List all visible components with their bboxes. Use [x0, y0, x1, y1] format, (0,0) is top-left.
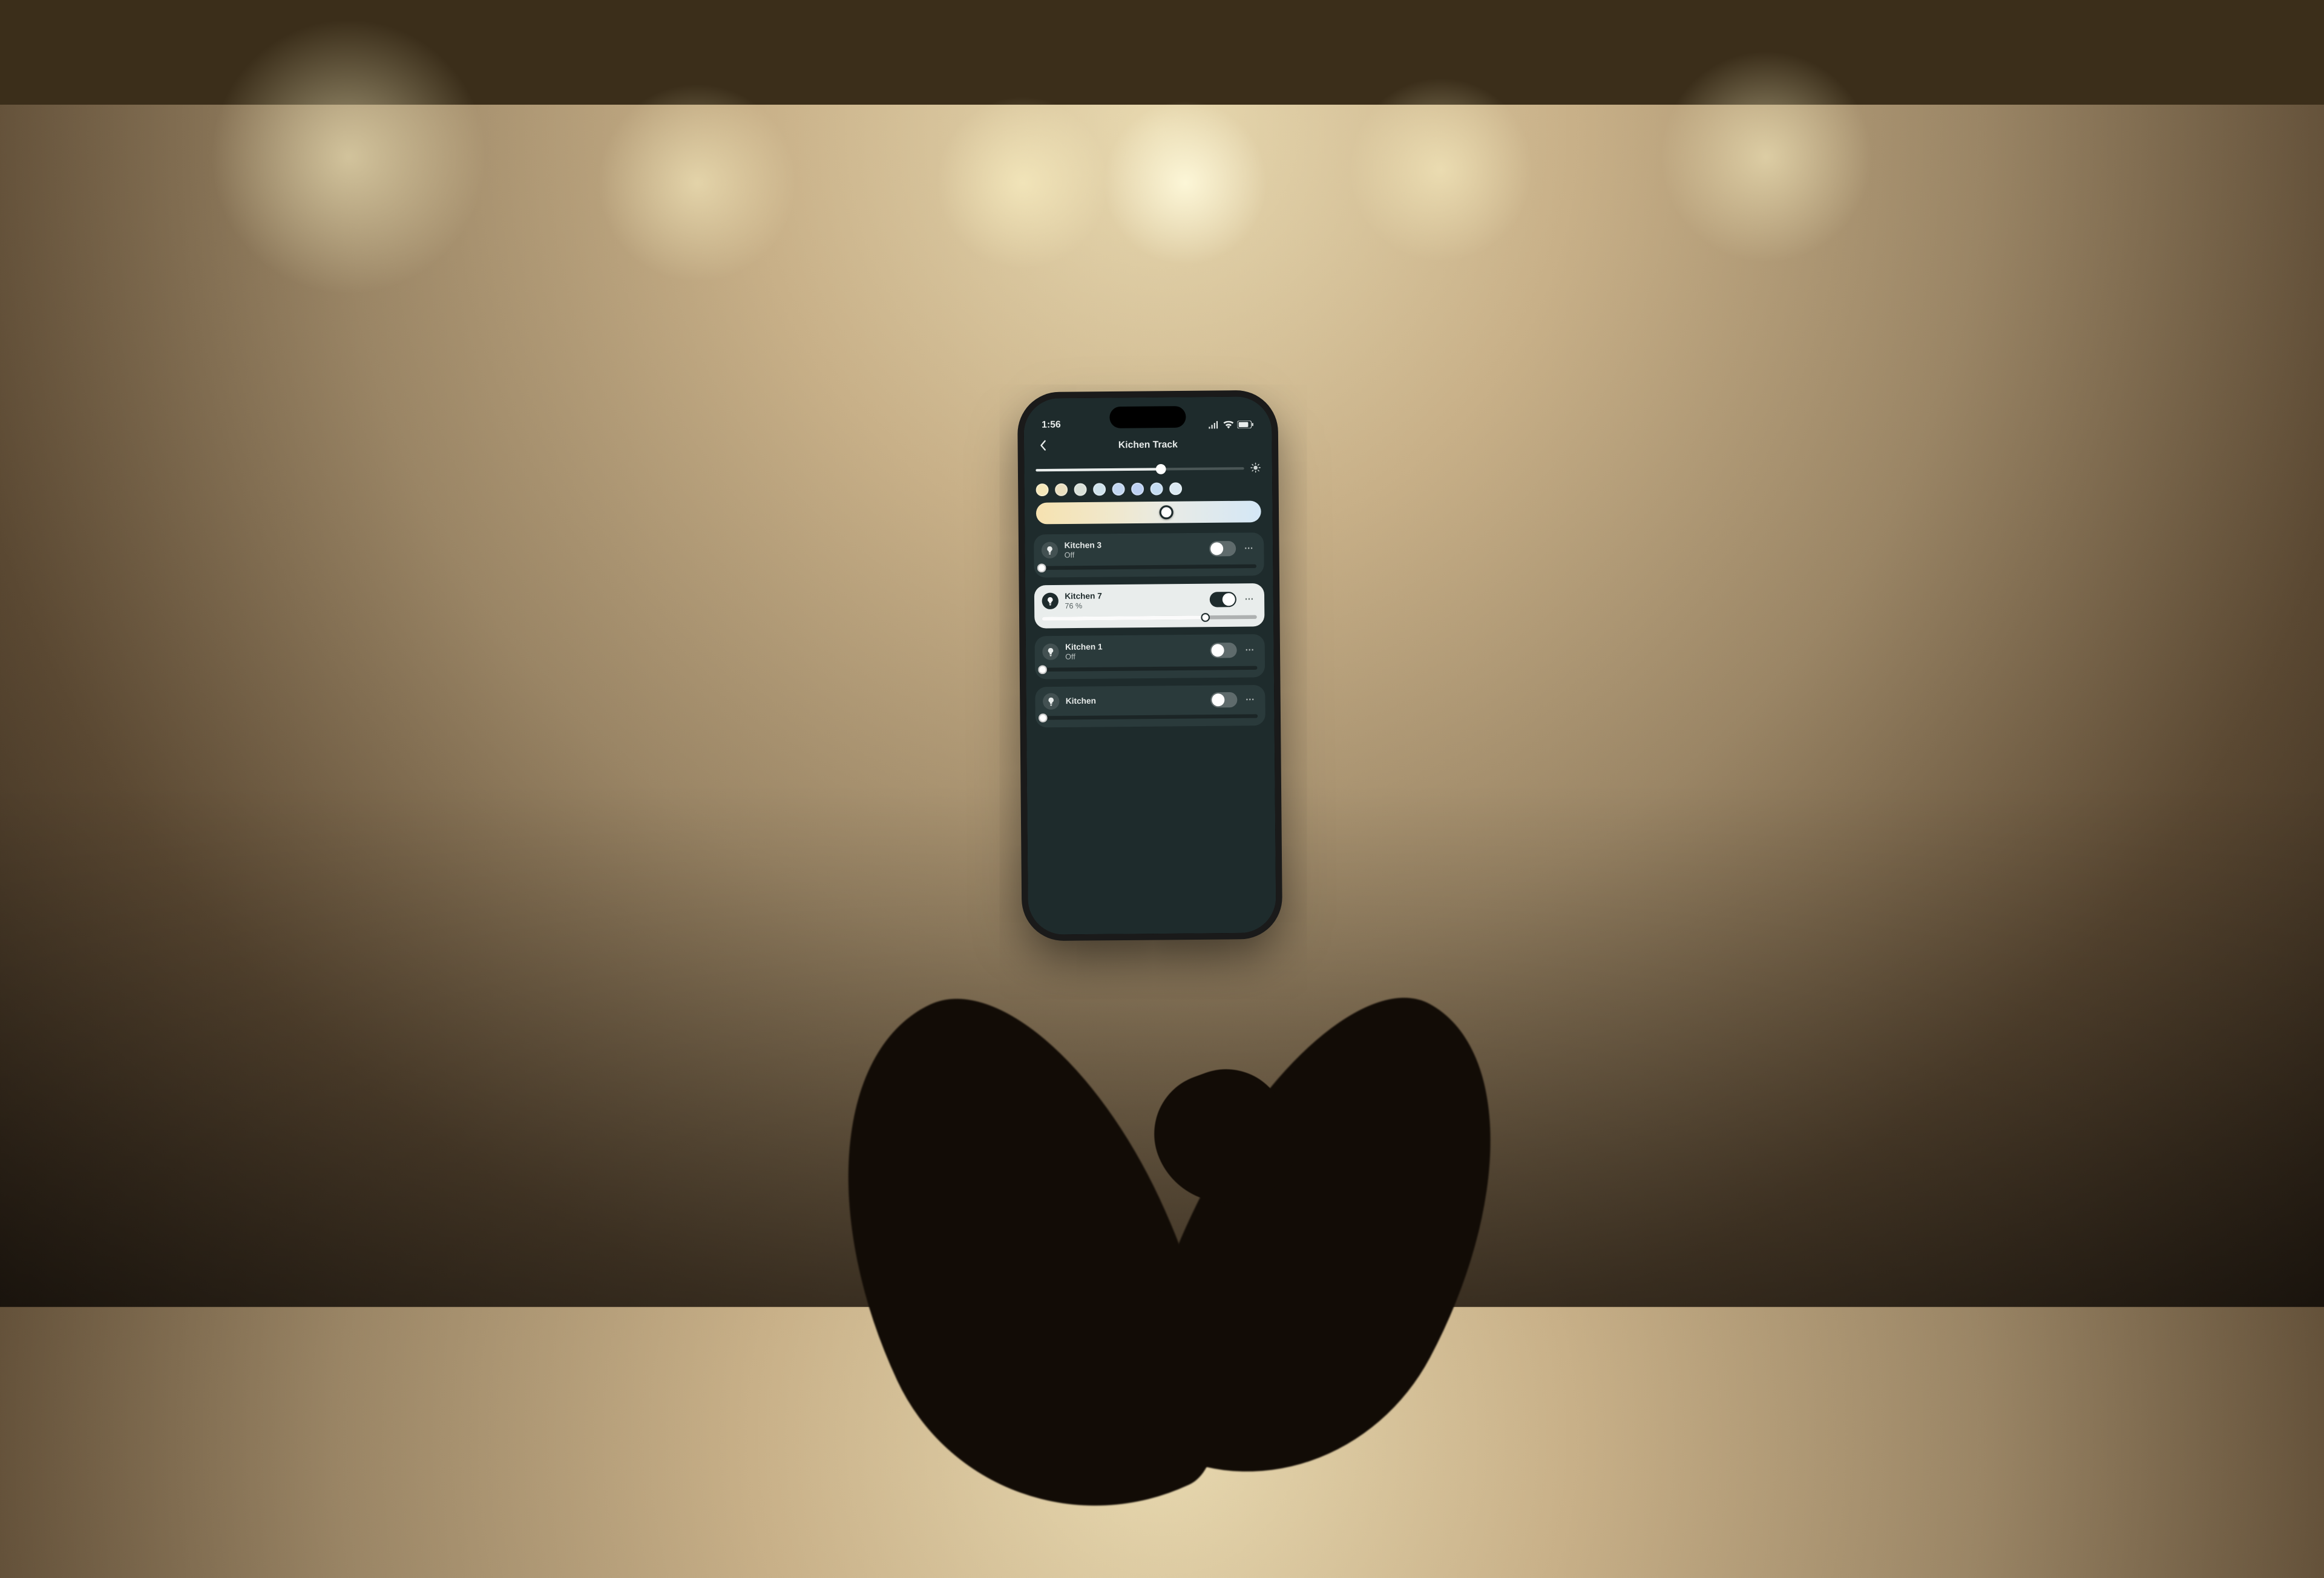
device-toggle[interactable]	[1210, 592, 1236, 607]
color-preset-6[interactable]	[1151, 482, 1163, 495]
slider-fill	[1036, 468, 1161, 471]
toggle-knob	[1212, 693, 1224, 706]
hand-silhouette-right	[1086, 951, 1577, 1541]
device-brightness-slider[interactable]	[1042, 615, 1257, 621]
device-toggle[interactable]	[1210, 692, 1237, 708]
device-titles: Kitchen 1Off	[1065, 641, 1204, 661]
device-titles: Kitchen 3Off	[1065, 539, 1203, 559]
device-list: Kitchen 3Off⋯Kitchen 776 %⋯Kitchen 1Off⋯…	[1025, 532, 1276, 935]
device-card-header: Kitchen ⋯	[1043, 692, 1258, 710]
color-preset-0[interactable]	[1036, 483, 1049, 496]
slider-track	[1036, 467, 1244, 471]
page-title: Kichen Track	[1118, 439, 1178, 450]
device-status: Off	[1065, 549, 1203, 560]
color-preset-5[interactable]	[1131, 483, 1144, 496]
signal-icon	[1208, 421, 1219, 429]
color-preset-2[interactable]	[1074, 483, 1087, 496]
device-card[interactable]: Kitchen ⋯	[1035, 685, 1265, 728]
thumb-silhouette	[1137, 1052, 1308, 1223]
device-name: Kitchen 3	[1065, 539, 1203, 550]
device-brightness-slider[interactable]	[1043, 666, 1258, 672]
battery-icon	[1238, 421, 1254, 428]
device-titles: Kitchen	[1066, 695, 1204, 706]
slider-thumb[interactable]	[1038, 665, 1047, 674]
device-card-header: Kitchen 776 % ⋯	[1042, 590, 1256, 611]
device-toggle[interactable]	[1210, 643, 1236, 658]
device-more-button[interactable]: ⋯	[1242, 543, 1256, 554]
color-preset-1[interactable]	[1055, 483, 1068, 496]
brightness-icon	[1250, 462, 1261, 474]
ct-slider-thumb[interactable]	[1160, 505, 1173, 519]
group-brightness-slider[interactable]	[1036, 462, 1261, 476]
device-status: 76 %	[1065, 600, 1203, 611]
status-time: 1:56	[1042, 419, 1061, 430]
slider-fill	[1042, 615, 1206, 621]
dynamic-island	[1109, 406, 1186, 428]
slider-thumb[interactable]	[1201, 613, 1210, 622]
chevron-left-icon	[1039, 440, 1047, 451]
toggle-knob	[1223, 593, 1235, 606]
app-screen: 1:56 Kichen Track	[1023, 396, 1276, 935]
device-name: Kitchen	[1066, 695, 1204, 706]
slider-thumb[interactable]	[1037, 563, 1046, 572]
back-button[interactable]	[1036, 437, 1051, 453]
wifi-icon	[1223, 421, 1233, 429]
device-card[interactable]: Kitchen 1Off ⋯	[1035, 634, 1265, 679]
bulb-icon	[1042, 643, 1059, 660]
device-status: Off	[1065, 651, 1204, 661]
device-card[interactable]: Kitchen 3Off ⋯	[1034, 532, 1264, 578]
color-preset-3[interactable]	[1093, 483, 1106, 496]
nav-header: Kichen Track	[1024, 431, 1272, 459]
device-name: Kitchen 7	[1065, 590, 1203, 601]
status-indicators	[1208, 421, 1254, 428]
device-brightness-slider[interactable]	[1043, 714, 1258, 719]
color-preset-row	[1036, 482, 1261, 496]
hand-silhouette-left	[759, 951, 1275, 1577]
color-temperature-slider[interactable]	[1036, 500, 1261, 524]
device-toggle[interactable]	[1209, 541, 1236, 557]
slider-thumb[interactable]	[1155, 464, 1166, 474]
device-more-button[interactable]: ⋯	[1242, 594, 1256, 604]
bulb-icon	[1042, 592, 1059, 609]
color-preset-7[interactable]	[1169, 482, 1182, 495]
bulb-icon	[1043, 693, 1060, 710]
device-brightness-slider[interactable]	[1042, 565, 1256, 570]
device-card[interactable]: Kitchen 776 % ⋯	[1034, 583, 1265, 629]
bulb-icon	[1042, 542, 1059, 559]
device-card-header: Kitchen 1Off ⋯	[1042, 641, 1257, 662]
phone-frame: 1:56 Kichen Track	[1023, 396, 1276, 935]
device-more-button[interactable]: ⋯	[1243, 644, 1257, 655]
device-more-button[interactable]: ⋯	[1244, 694, 1258, 705]
device-card-header: Kitchen 3Off ⋯	[1042, 539, 1256, 560]
device-name: Kitchen 1	[1065, 641, 1204, 652]
slider-thumb[interactable]	[1039, 713, 1048, 722]
toggle-knob	[1210, 542, 1223, 555]
toggle-knob	[1212, 644, 1224, 656]
color-preset-4[interactable]	[1112, 483, 1125, 496]
device-titles: Kitchen 776 %	[1065, 590, 1203, 610]
